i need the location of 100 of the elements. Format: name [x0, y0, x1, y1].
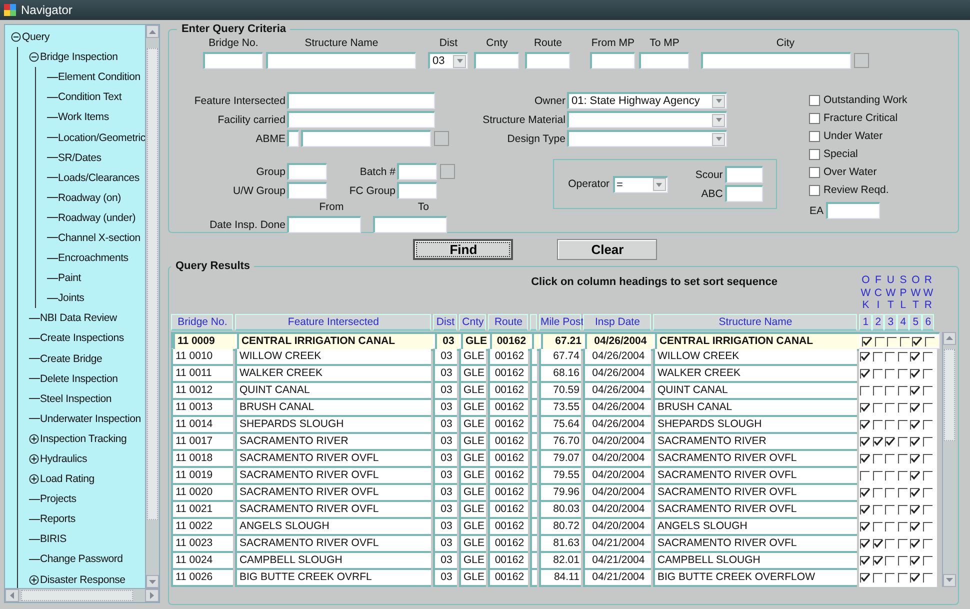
checkbox[interactable]: [872, 437, 883, 447]
tree-item[interactable]: Encroachments: [58, 252, 128, 264]
checkbox[interactable]: [910, 403, 920, 413]
checkbox[interactable]: [922, 539, 933, 549]
checkbox[interactable]: [885, 352, 896, 362]
checkbox[interactable]: [872, 403, 883, 413]
checkbox[interactable]: [872, 420, 883, 430]
expand-icon[interactable]: [29, 454, 39, 464]
checkbox[interactable]: [885, 369, 896, 379]
right-arrow-icon[interactable]: [150, 592, 154, 599]
checkbox[interactable]: [910, 437, 920, 447]
checkbox[interactable]: [910, 369, 920, 379]
checkbox[interactable]: [898, 454, 908, 464]
checkbox[interactable]: [860, 556, 870, 566]
collapse-icon[interactable]: [29, 52, 39, 62]
checkbox[interactable]: [860, 454, 870, 464]
checkbox[interactable]: [862, 337, 872, 347]
column-header[interactable]: 4: [896, 314, 910, 330]
checkbox[interactable]: [922, 352, 933, 362]
column-header[interactable]: Feature Intersected: [235, 314, 432, 330]
checkbox[interactable]: [922, 403, 933, 413]
checkbox[interactable]: [898, 369, 908, 379]
checkbox[interactable]: [885, 403, 896, 413]
input-field[interactable]: [639, 52, 690, 69]
dropdown[interactable]: 03: [428, 52, 468, 69]
expand-icon[interactable]: [29, 574, 39, 585]
input-field[interactable]: [826, 202, 880, 219]
checkbox[interactable]: [887, 337, 898, 347]
column-header[interactable]: Dist: [433, 314, 458, 330]
checkbox[interactable]: [885, 471, 896, 481]
checkbox[interactable]: [922, 454, 933, 464]
checkbox[interactable]: [898, 573, 908, 583]
checkbox[interactable]: [910, 573, 920, 583]
input-field[interactable]: [287, 130, 300, 147]
checkbox[interactable]: [872, 454, 883, 464]
checkbox[interactable]: [922, 471, 933, 481]
dropdown[interactable]: 01: State Highway Agency: [567, 92, 728, 109]
checkbox[interactable]: [872, 488, 883, 498]
checkbox[interactable]: [885, 454, 896, 464]
checkbox[interactable]: [910, 556, 920, 566]
tree-item[interactable]: Hydraulics: [40, 453, 88, 466]
checkbox[interactable]: [898, 352, 908, 362]
checkbox[interactable]: [898, 522, 908, 532]
checkbox[interactable]: [885, 556, 896, 566]
tree-item[interactable]: Condition Text: [58, 91, 122, 104]
checkbox[interactable]: [885, 437, 896, 447]
tree-item[interactable]: Bridge Inspection: [40, 51, 118, 64]
tree-item[interactable]: Channel X-section: [58, 232, 140, 244]
tree-item[interactable]: Load Rating: [40, 473, 94, 486]
checkbox[interactable]: [872, 471, 883, 481]
tree-item[interactable]: Element Condition: [58, 71, 140, 84]
checkbox[interactable]: [872, 522, 883, 532]
checkbox[interactable]: [922, 505, 933, 515]
tree-item[interactable]: NBI Data Review: [40, 312, 117, 324]
checkbox[interactable]: [872, 573, 883, 583]
tree-item[interactable]: Steel Inspection: [40, 392, 112, 405]
checkbox[interactable]: [900, 337, 910, 347]
checkbox[interactable]: [910, 471, 920, 481]
column-header[interactable]: Mile Post: [539, 314, 582, 330]
checkbox[interactable]: [898, 488, 908, 498]
checkbox[interactable]: [898, 420, 908, 430]
checkbox[interactable]: [922, 488, 933, 498]
checkbox[interactable]: [885, 522, 896, 532]
checkbox[interactable]: [872, 386, 883, 396]
checkbox[interactable]: [922, 420, 933, 430]
tree-item[interactable]: SR/Dates: [58, 152, 102, 164]
input-field[interactable]: [266, 52, 416, 69]
down-arrow-icon[interactable]: [149, 580, 156, 584]
checkbox[interactable]: [885, 420, 896, 430]
tree-item[interactable]: Query: [22, 31, 50, 44]
checkbox[interactable]: [860, 420, 870, 430]
input-field[interactable]: [287, 111, 436, 128]
up-arrow-icon[interactable]: [946, 336, 954, 340]
checkbox[interactable]: [860, 488, 870, 498]
checkbox[interactable]: [922, 369, 933, 379]
down-arrow-icon[interactable]: [946, 578, 954, 582]
tree-item[interactable]: Underwater Inspection: [40, 412, 141, 425]
dropdown-arrow-icon[interactable]: [456, 59, 463, 63]
input-field[interactable]: [397, 163, 438, 180]
tree-item[interactable]: Work Items: [58, 111, 109, 124]
checkbox[interactable]: [898, 539, 908, 549]
dropdown-arrow-icon[interactable]: [716, 118, 722, 122]
column-header[interactable]: 3: [884, 314, 897, 330]
checkbox[interactable]: [860, 437, 870, 447]
checkbox[interactable]: [860, 369, 870, 379]
collapse-icon[interactable]: [11, 32, 21, 42]
column-header[interactable]: 1: [859, 314, 872, 330]
checkbox[interactable]: [898, 386, 908, 396]
checkbox[interactable]: [809, 112, 820, 124]
checkbox[interactable]: [910, 420, 920, 430]
checkbox[interactable]: [885, 505, 896, 515]
tree-item[interactable]: Reports: [40, 513, 76, 526]
expand-icon[interactable]: [29, 434, 39, 444]
input-field[interactable]: [724, 166, 763, 183]
input-field[interactable]: [287, 182, 328, 199]
tree-item[interactable]: Create Bridge: [40, 352, 102, 365]
checkbox[interactable]: [885, 573, 896, 583]
checkbox[interactable]: [910, 352, 920, 362]
checkbox[interactable]: [922, 522, 933, 532]
tree-item[interactable]: Roadway (under): [58, 212, 136, 224]
